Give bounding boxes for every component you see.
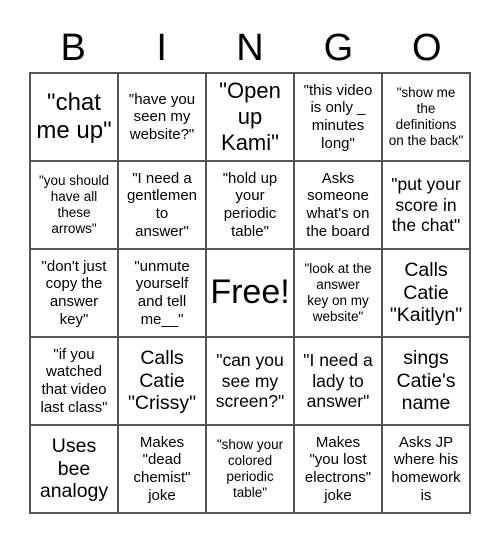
bingo-cell[interactable]: "I need a gentlemen to answer" [118,161,206,249]
bingo-cell[interactable]: "hold up your periodic table" [206,161,294,249]
bingo-cell[interactable]: Makes "you lost electrons" joke [294,425,382,513]
header-letter-o: O [412,27,442,69]
bingo-cell[interactable]: "this video is only _ minutes long" [294,73,382,161]
bingo-cell[interactable]: Asks someone what's on the board [294,161,382,249]
bingo-cell[interactable]: "if you watched that video last class" [30,337,118,425]
bingo-cell[interactable]: Calls Catie "Kaitlyn" [382,249,470,337]
bingo-header: B I N G O [29,24,471,72]
bingo-cell[interactable]: "put your score in the chat" [382,161,470,249]
free-space-cell[interactable]: Free! [206,249,294,337]
header-letter-b: B [60,27,86,69]
bingo-cell[interactable]: "chat me up" [30,73,118,161]
bingo-cell[interactable]: Makes "dead chemist" joke [118,425,206,513]
bingo-cell[interactable]: "I need a lady to answer" [294,337,382,425]
bingo-cell[interactable]: Uses bee analogy [30,425,118,513]
bingo-cell[interactable]: sings Catie's name [382,337,470,425]
bingo-cell[interactable]: Asks JP where his homework is [382,425,470,513]
bingo-cell[interactable]: "don't just copy the answer key" [30,249,118,337]
bingo-cell[interactable]: "show your colored periodic table" [206,425,294,513]
bingo-cell[interactable]: "look at the answer key on my website" [294,249,382,337]
header-letter-i: I [156,27,167,69]
bingo-cell[interactable]: "show me the definitions on the back" [382,73,470,161]
bingo-cell[interactable]: "have you seen my website?" [118,73,206,161]
bingo-cell[interactable]: "Open up Kami" [206,73,294,161]
header-letter-n: N [236,27,264,69]
bingo-cell[interactable]: "can you see my screen?" [206,337,294,425]
bingo-cell[interactable]: "you should have all these arrows" [30,161,118,249]
bingo-cell[interactable]: Calls Catie "Crissy" [118,337,206,425]
header-letter-g: G [323,27,354,69]
bingo-grid: "chat me up" "have you seen my website?" "… [29,72,471,514]
bingo-cell[interactable]: "unmute yourself and tell me__" [118,249,206,337]
